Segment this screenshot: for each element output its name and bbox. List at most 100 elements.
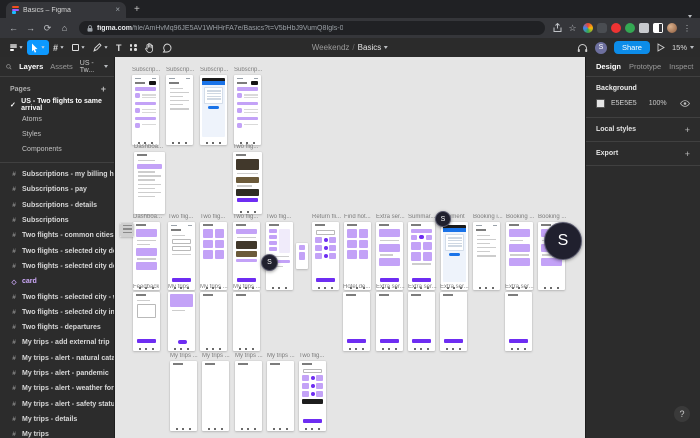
canvas-frame[interactable]: Extra ser... (408, 292, 435, 351)
layer-row[interactable]: #Two flights - selected city details ... (0, 243, 114, 258)
extension-icon-colorful[interactable] (583, 23, 593, 33)
frame-label[interactable]: Find hot... (344, 214, 371, 220)
canvas-frame[interactable]: My trips (168, 292, 195, 351)
canvas-frame[interactable]: Find hot... (344, 222, 371, 290)
present-play-icon[interactable] (657, 43, 665, 52)
tab-prototype[interactable]: Prototype (629, 62, 661, 71)
back-icon[interactable]: ← (7, 24, 20, 33)
comment-tool-button[interactable] (158, 40, 176, 55)
forward-icon[interactable]: → (24, 24, 37, 33)
address-bar[interactable]: figma.com/file/AmHvMq96JE5AV1WHHrFA7e/Ba… (79, 21, 545, 35)
frame-label[interactable]: Two flig... (233, 214, 258, 220)
add-page-button[interactable]: + (101, 84, 106, 94)
background-color-row[interactable]: E5E5E5 100% (596, 99, 690, 108)
canvas-frame[interactable]: My trips ... (200, 292, 227, 351)
frame-label[interactable]: My trips (168, 284, 189, 290)
frame-tool-button[interactable]: # (49, 40, 68, 55)
share-button[interactable]: Share (614, 41, 650, 54)
tab-assets[interactable]: Assets (50, 62, 73, 71)
file-name[interactable]: Basics (358, 43, 382, 52)
canvas-frame[interactable]: Subscrip... (166, 75, 193, 145)
frame-label[interactable]: Extra ser... (505, 284, 534, 290)
tab-close-icon[interactable]: × (115, 6, 120, 14)
tab-layers[interactable]: Layers (19, 62, 43, 71)
frame-label[interactable]: Extra ser... (408, 284, 437, 290)
frame-label[interactable]: My trips ... (267, 353, 295, 359)
frame-label[interactable]: Booking ... (506, 214, 534, 220)
side-panel-icon[interactable] (653, 23, 663, 33)
canvas-frame[interactable]: Two flig... (233, 152, 262, 214)
team-name[interactable]: Weekendz (312, 43, 350, 52)
frame-label[interactable]: Subscrip... (166, 67, 194, 73)
canvas-frame[interactable]: Return fli... (312, 222, 339, 290)
canvas[interactable]: Subscrip... Subscrip... Subscrip... Subscri… (115, 57, 585, 438)
browser-profile-avatar[interactable] (667, 23, 677, 33)
canvas-frame[interactable]: Subscrip... (234, 75, 261, 145)
new-tab-button[interactable]: + (134, 2, 140, 18)
add-style-button[interactable]: + (685, 125, 690, 135)
layer-row[interactable]: #Two flights - selected city details (0, 259, 114, 274)
observer-avatar[interactable]: S (261, 254, 278, 271)
canvas-frame[interactable]: Extra ser... (505, 292, 532, 351)
extensions-puzzle-icon[interactable] (639, 23, 649, 33)
layer-row[interactable]: #Two flights - departures (0, 320, 114, 335)
tab-search-chevron-icon[interactable] (688, 5, 692, 23)
frame-label[interactable]: Dashboa... (133, 214, 162, 220)
frame-label[interactable]: My trips ... (202, 353, 230, 359)
move-tool-button[interactable] (27, 40, 49, 55)
canvas-frame[interactable]: Dashboa... (134, 152, 165, 214)
layer-row[interactable]: #Two flights - selected city inboun... (0, 305, 114, 320)
layer-row[interactable]: #My trips - add external trip (0, 335, 114, 350)
frame-label[interactable]: Two flig... (233, 144, 258, 150)
layer-row[interactable]: #Subscriptions (0, 213, 114, 228)
observer-avatar[interactable]: S (435, 211, 451, 227)
page-item[interactable]: Atoms (0, 112, 114, 127)
frame-label[interactable]: Dashboa... (134, 144, 163, 150)
frame-label[interactable]: Feedback (133, 284, 159, 290)
visibility-eye-icon[interactable] (680, 100, 690, 107)
color-swatch[interactable] (596, 99, 605, 108)
observer-avatar[interactable]: S (544, 222, 582, 260)
tab-inspect[interactable]: Inspect (669, 62, 693, 71)
frame-label[interactable]: My trips ... (233, 284, 261, 290)
canvas-frame[interactable]: Subscrip... (132, 75, 159, 145)
frame-label[interactable]: Return fli... (312, 214, 341, 220)
frame-label[interactable]: Hotel de... (343, 284, 370, 290)
extension-icon-dark[interactable] (597, 23, 607, 33)
layer-row[interactable]: ◇card (0, 274, 114, 289)
canvas-frame[interactable]: Payment (441, 222, 468, 290)
pen-tool-button[interactable] (89, 40, 112, 55)
user-avatar[interactable]: S (595, 42, 607, 54)
frame-label[interactable]: Extra ser... (440, 284, 469, 290)
layer-row[interactable]: #Subscriptions - pay (0, 182, 114, 197)
page-item[interactable]: Styles (0, 127, 114, 142)
layer-row[interactable]: #Subscriptions - my billing history (0, 167, 114, 182)
layer-row[interactable]: #My trips - details (0, 412, 114, 427)
layer-row[interactable]: #Two flights - common cities (0, 228, 114, 243)
canvas-frame[interactable]: My trips ... (170, 361, 197, 431)
canvas-frame[interactable]: Hotel de... (343, 292, 370, 351)
tab-design[interactable]: Design (596, 62, 621, 71)
resources-button[interactable] (126, 40, 142, 55)
add-export-button[interactable]: + (685, 149, 690, 159)
canvas-frame[interactable]: My trips ... (233, 292, 260, 351)
canvas-frame[interactable]: Extra ser... (440, 292, 467, 351)
canvas-frame[interactable]: Two flig... (233, 222, 260, 290)
layer-row[interactable]: #My trips (0, 427, 114, 438)
canvas-frame[interactable]: My trips ... (202, 361, 229, 431)
canvas-frame[interactable] (120, 223, 134, 237)
canvas-frame[interactable]: Two flig... (200, 222, 227, 290)
layer-row[interactable]: #Subscriptions - details (0, 198, 114, 213)
canvas-frame[interactable]: Extra ser... (376, 292, 403, 351)
audio-headphones-icon[interactable] (577, 43, 588, 53)
frame-label[interactable]: Summar... (408, 214, 435, 220)
page-item[interactable]: Components (0, 142, 114, 157)
browser-tab[interactable]: Basics – Figma × (6, 2, 126, 18)
opacity-value[interactable]: 100% (649, 100, 667, 107)
zoom-control[interactable]: 15% (672, 43, 694, 52)
text-tool-button[interactable]: T (112, 40, 126, 55)
canvas-frame[interactable] (296, 243, 308, 269)
main-menu-button[interactable] (6, 40, 27, 55)
frame-label[interactable]: Booking i... (473, 214, 503, 220)
help-button[interactable]: ? (674, 406, 690, 422)
